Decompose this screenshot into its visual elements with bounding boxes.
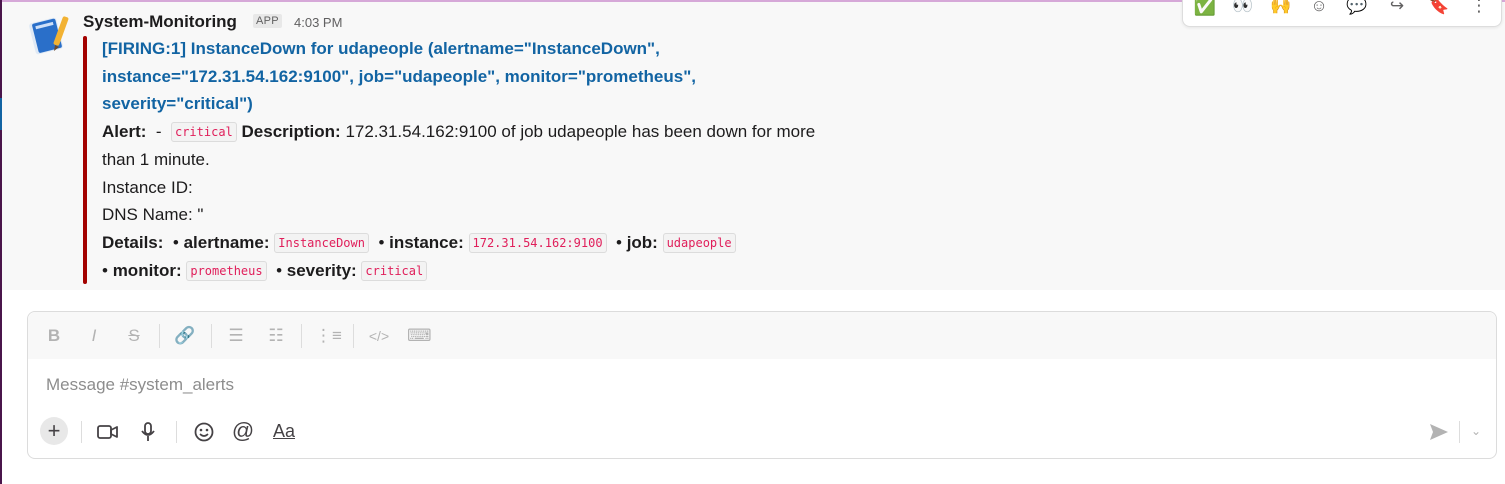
toolbar-divider [301,324,302,348]
add-reaction-icon[interactable]: ☺ [1307,0,1331,18]
message-input[interactable] [44,372,1348,398]
app-badge: APP [253,14,282,28]
detail-item: • monitor: prometheus [102,261,267,281]
detail-value: critical [361,261,428,281]
attachment-color-bar [83,36,87,284]
instance-id-line: Instance ID: [102,177,193,197]
microphone-icon[interactable] [134,417,162,445]
bold-icon[interactable]: B [42,324,66,348]
message-item[interactable]: System-Monitoring APP 4:03 PM [FIRING:1]… [2,2,1505,290]
alert-dash: - [155,121,162,141]
code-block-icon[interactable]: ⌨ [407,324,432,348]
raised-hands-emoji-icon[interactable]: 🙌 [1269,0,1293,18]
italic-icon[interactable]: I [82,324,106,348]
details-label: Details: [102,232,164,252]
formatting-icon[interactable]: Aa [270,417,298,445]
send-icon[interactable] [1425,417,1453,445]
sender-name[interactable]: System-Monitoring [83,12,237,32]
detail-item: • job: udapeople [616,232,736,253]
code-icon[interactable]: </> [367,324,391,348]
message-composer: B I S 🔗 ☰ ☷ ⋮≡ </> ⌨ + @ Aa ⌄ [27,311,1497,459]
toolbar-divider [159,324,160,348]
eyes-emoji-icon[interactable]: 👀 [1231,0,1255,18]
alert-label: Alert: [102,121,147,141]
message-actions-toolbar: ✅ 👀 🙌 ☺ 💬 ↪ 🔖 ⋮ [1182,0,1502,27]
toolbar-divider [211,324,212,348]
mention-icon[interactable]: @ [229,417,257,445]
message-timestamp[interactable]: 4:03 PM [294,15,342,30]
formatting-toolbar: B I S 🔗 ☰ ☷ ⋮≡ </> ⌨ [28,312,1496,359]
more-actions-icon[interactable]: ⋮ [1467,0,1491,18]
dns-name-line: DNS Name: " [102,205,204,224]
reply-in-thread-icon[interactable]: 💬 [1345,0,1369,18]
toolbar-divider [176,421,177,443]
bookmark-icon[interactable]: 🔖 [1427,0,1451,18]
check-mark-emoji-icon[interactable]: ✅ [1193,0,1217,18]
emoji-icon[interactable] [190,417,218,445]
alert-line: Alert: - critical Description: 172.31.54… [102,118,822,174]
plus-icon[interactable]: + [40,417,68,445]
detail-item: • alertname: InstanceDown [173,232,369,253]
detail-item: • severity: critical [276,261,428,281]
details-line: Details: • alertname: InstanceDown • ins… [102,229,822,286]
blockquote-icon[interactable]: ⋮≡ [315,324,342,348]
detail-value: 172.31.54.162:9100 [468,232,607,253]
detail-item: • instance: 172.31.54.162:9100 [378,232,607,253]
strikethrough-icon[interactable]: S [122,324,146,348]
toolbar-divider [353,324,354,348]
attachment-title-link[interactable]: [FIRING:1] InstanceDown for udapeople (a… [102,35,822,118]
share-icon[interactable]: ↪ [1385,0,1409,18]
alert-severity-code: critical [170,121,237,142]
description-label: Description: [241,121,341,141]
toolbar-divider [1459,421,1460,443]
app-avatar[interactable] [28,12,72,56]
video-camera-icon[interactable] [94,417,122,445]
toolbar-divider [81,421,82,443]
bulleted-list-icon[interactable]: ☷ [264,324,288,348]
link-icon[interactable]: 🔗 [173,324,197,348]
ordered-list-icon[interactable]: ☰ [224,324,248,348]
detail-value: prometheus [186,261,267,281]
detail-value: InstanceDown [274,232,369,253]
detail-value: udapeople [662,232,736,253]
alert-attachment: [FIRING:1] InstanceDown for udapeople (a… [102,35,822,286]
chevron-down-icon[interactable]: ⌄ [1462,417,1490,445]
